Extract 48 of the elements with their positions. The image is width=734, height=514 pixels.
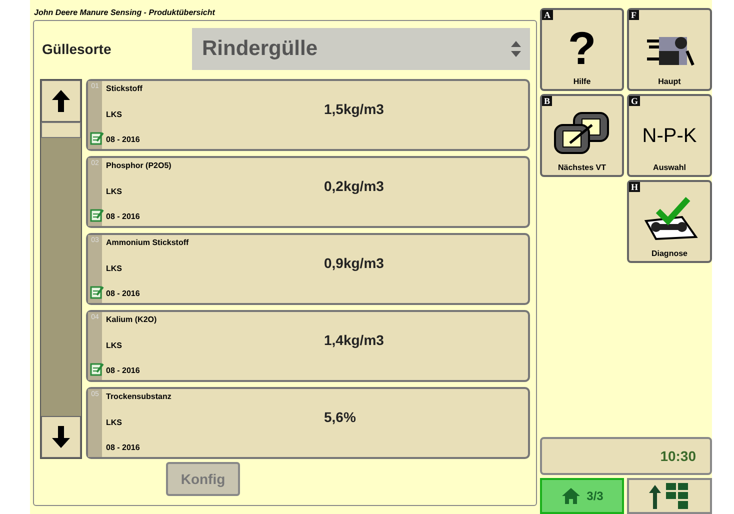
product-source: LKS <box>106 418 123 426</box>
product-date: 08 - 2016 <box>106 212 141 221</box>
screens-icon <box>552 111 612 155</box>
spinner-icon <box>510 39 522 59</box>
product-value: 1,5kg/m3 <box>324 101 384 119</box>
clock-time: 10:30 <box>660 448 696 464</box>
scroll-thumb[interactable] <box>41 122 81 138</box>
softkey-button[interactable]: H Diagnose <box>627 180 712 263</box>
product-value: 1,4kg/m3 <box>324 332 384 350</box>
diagnose-icon <box>642 197 698 241</box>
softkey-button[interactable]: F Haupt <box>627 8 712 91</box>
scroll-up-button[interactable] <box>41 80 81 122</box>
window-title: John Deere Manure Sensing - Produktübersicht <box>33 7 216 19</box>
product-date: 08 - 2016 <box>106 366 141 375</box>
down-arrow-icon <box>51 425 71 449</box>
product-value: 0,9kg/m3 <box>324 255 384 273</box>
product-source: LKS <box>106 264 123 272</box>
key-letter: H <box>629 182 640 192</box>
up-arrow-icon <box>51 89 71 113</box>
product-source: LKS <box>106 186 123 196</box>
home-tab[interactable]: 3/3 <box>540 478 624 514</box>
layout-button[interactable] <box>627 478 712 514</box>
manure-type-select[interactable]: Rindergülle <box>192 28 530 70</box>
softkey-button[interactable]: A ? Hilfe <box>540 8 624 91</box>
product-name: Stickstoff <box>106 84 144 93</box>
key-letter: B <box>542 96 552 106</box>
product-date: 08 - 2016 <box>106 443 141 452</box>
product-source: LKS <box>106 340 123 350</box>
scroll-down-button[interactable] <box>41 416 81 458</box>
softkey-button[interactable]: B Nächstes VT <box>540 94 624 177</box>
field-label: Güllesorte <box>41 41 112 57</box>
help-icon: ? <box>568 23 596 73</box>
scrollbar[interactable] <box>40 79 82 459</box>
key-glyph: N-P-K <box>642 124 697 149</box>
product-name: Ammonium Stickstoff <box>106 238 190 247</box>
product-value: 5,6% <box>324 409 356 427</box>
key-letter: A <box>542 10 552 20</box>
product-date: 08 - 2016 <box>106 135 141 144</box>
product-value: 0,2kg/m3 <box>324 178 384 196</box>
product-name: Kalium (K2O) <box>106 315 158 324</box>
product-name: Phosphor (P2O5) <box>106 161 172 170</box>
product-name: Trockensubstanz <box>106 392 172 401</box>
softkey-button[interactable]: G N-P-K Auswahl <box>627 94 712 177</box>
home-icon <box>560 487 581 505</box>
key-letter: G <box>629 96 640 106</box>
product-source: LKS <box>106 110 123 118</box>
key-letter: F <box>629 10 638 20</box>
product-date: 08 - 2016 <box>106 289 141 298</box>
